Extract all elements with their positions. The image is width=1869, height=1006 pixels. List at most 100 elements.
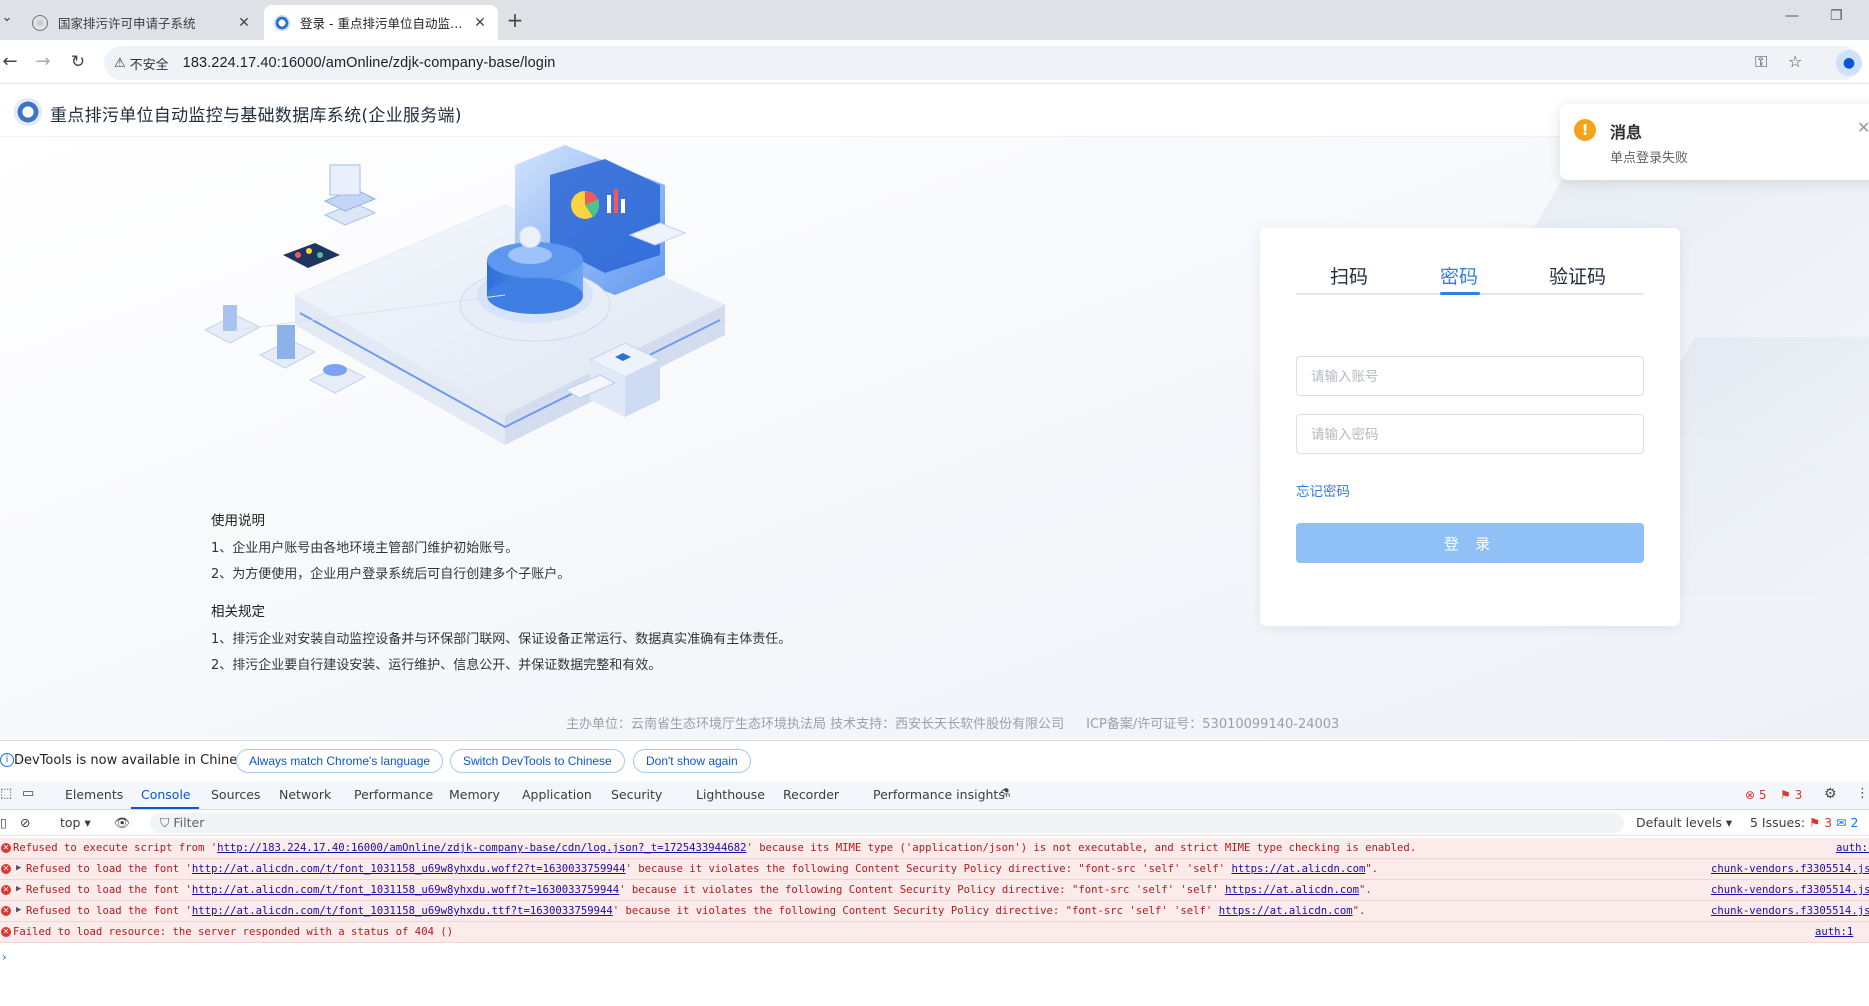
warning-triangle-icon[interactable]: ⚠ [114,56,126,71]
site-logo-icon [14,98,42,126]
log-levels-dropdown[interactable]: Default levels ▾ [1636,815,1732,830]
console-message: Refused to load the font 'http://at.alic… [26,884,1372,896]
usage-heading: 使用说明 [211,513,265,529]
issues-summary[interactable]: 5 Issues: ⚑ 3 ✉ 2 [1750,815,1859,830]
expand-triangle-icon[interactable]: ▶ [16,905,21,915]
restore-icon[interactable]: ❐ [1830,8,1843,24]
console-link[interactable]: http://at.alicdn.com/t/font_1031158_u69w… [192,863,626,875]
forgot-password-link[interactable]: 忘记密码 [1296,480,1350,500]
flask-icon: ⚗ [1000,786,1011,800]
more-options-kebab-icon[interactable]: ⋮ [1856,786,1869,801]
console-error-row[interactable]: ✕ ▶ Refused to load the font 'http://at.… [0,859,1869,880]
devtools-tab-console[interactable]: Console [141,787,191,802]
always-match-language-button[interactable]: Always match Chrome's language [236,749,444,773]
expand-triangle-icon[interactable]: ▶ [16,884,21,894]
tab-scan-qr[interactable]: 扫码 [1330,262,1368,289]
tab-search-chevron-icon[interactable]: ⌄ [0,10,14,30]
url-text[interactable]: 183.224.17.40:16000/amOnline/zdjk-compan… [183,55,556,71]
eye-icon[interactable]: 👁 [114,815,130,831]
devtools-tab-elements[interactable]: Elements [65,787,123,802]
console-link[interactable]: http://at.alicdn.com/t/font_1031158_u69w… [192,905,613,917]
console-source-link[interactable]: auth:1 [1815,926,1853,938]
error-count: 5 [1758,788,1767,802]
page-footer: 主办单位：云南省生态环境厅生态环境执法局 技术支持：西安长天长软件股份有限公司 I… [566,713,1339,732]
footer-sponsor: 主办单位：云南省生态环境厅生态环境执法局 技术支持：西安长天长软件股份有限公司 [566,717,1065,732]
devtools-tab-application[interactable]: Application [522,787,592,802]
console-prompt-chevron-icon[interactable]: › [2,950,7,964]
context-selector[interactable]: top ▾ [60,815,91,830]
login-button[interactable]: 登 录 [1296,523,1644,563]
issue-count: 3 [1794,788,1803,802]
browser-tab-active[interactable]: 登录 - 重点排污单位自动监控与基础数据库系统 ✕ [264,5,498,40]
account-input[interactable] [1296,356,1644,396]
close-icon[interactable]: ✕ [1857,118,1869,137]
password-input[interactable] [1296,414,1644,454]
issue-count-badge[interactable]: ⚑ 3 [1780,788,1802,802]
devtools-tab-network[interactable]: Network [279,787,331,802]
active-panel-indicator [131,807,199,809]
forward-arrow-icon[interactable]: → [33,52,53,72]
devtools-tab-lighthouse[interactable]: Lighthouse [696,787,765,802]
error-count-badge[interactable]: ⊗ 5 [1745,788,1767,802]
minimize-icon[interactable]: — [1785,8,1799,24]
console-link[interactable]: https://at.alicdn.com [1225,884,1359,896]
console-message: Refused to load the font 'http://at.alic… [26,863,1379,875]
profile-avatar-icon[interactable]: ● [1836,50,1862,76]
close-icon[interactable]: ✕ [236,15,252,31]
console-link[interactable]: https://at.alicdn.com [1231,863,1365,875]
dont-show-again-button[interactable]: Don't show again [633,749,751,773]
console-source-link[interactable]: chunk-vendors.f3305514.js:1 [1711,905,1869,917]
browser-tab-inactive[interactable]: 国家排污许可申请子系统 ✕ [22,5,262,40]
globe-icon [32,14,48,31]
tab-verification-code[interactable]: 验证码 [1549,262,1606,289]
devtools-tab-performance-insights[interactable]: Performance insights [873,787,1005,802]
browser-tab-title: 国家排污许可申请子系统 [58,16,196,31]
clear-console-icon[interactable]: ⊘ [20,815,30,830]
console-source-link[interactable]: chunk-vendors.f3305514.js:1 [1711,863,1869,875]
devtools-tab-memory[interactable]: Memory [449,787,500,802]
settings-gear-icon[interactable]: ⚙ [1824,786,1837,802]
devtools-tab-security[interactable]: Security [611,787,662,802]
console-error-row[interactable]: ✕ Refused to execute script from 'http:/… [0,838,1869,859]
inspect-element-icon[interactable]: ⬚ [0,786,12,801]
issues-info-value: 2 [1850,815,1859,830]
devtools-tab-sources[interactable]: Sources [211,787,260,802]
devtools-banner-text: DevTools is now available in Chinese! [14,753,258,768]
tab-password[interactable]: 密码 [1440,262,1478,289]
rules-item: 1、排污企业对安装自动监控设备并与环保部门联网、保证设备正常运行、数据真实准确有… [211,632,792,647]
switch-to-chinese-button[interactable]: Switch DevTools to Chinese [450,749,625,773]
devtools-tab-performance[interactable]: Performance [354,787,433,802]
console-filter-input[interactable]: ⛉ Filter [150,813,1624,833]
site-title: 重点排污单位自动监控与基础数据库系统(企业服务端) [50,106,462,126]
expand-triangle-icon[interactable]: ▶ [16,863,21,873]
issues-error-value: 3 [1824,815,1833,830]
site-seal-icon [274,14,290,31]
password-key-icon[interactable]: ⚿ [1755,52,1767,72]
console-error-row[interactable]: ✕ ▶ Refused to load the font 'http://at.… [0,901,1869,922]
warning-exclamation-icon: ! [1574,119,1596,141]
back-arrow-icon[interactable]: ← [0,52,20,72]
console-source-link[interactable]: chunk-vendors.f3305514.js:1 [1711,884,1869,896]
security-chip[interactable]: 不安全 [130,54,169,73]
address-bar[interactable]: ⚠ 不安全 183.224.17.40:16000/amOnline/zdjk-… [104,46,1860,80]
browser-tab-title: 登录 - 重点排污单位自动监控与基础数据库系统 [300,16,464,31]
console-link[interactable]: http://at.alicdn.com/t/font_1031158_u69w… [192,884,619,896]
device-toolbar-icon[interactable]: ▭ [22,786,34,801]
sidebar-toggle-icon[interactable]: ▯ [0,815,7,830]
console-error-row[interactable]: ✕ Failed to load resource: the server re… [0,922,1869,943]
footer-icp: ICP备案/许可证号：53010099140-24003 [1086,717,1340,732]
console-source-link[interactable]: auth:1 [1836,842,1869,854]
issues-info-count: ✉ 2 [1836,815,1859,830]
filter-funnel-icon: ⛉ [160,815,170,830]
devtools-tab-recorder[interactable]: Recorder [783,787,839,802]
console-message: Failed to load resource: the server resp… [13,926,454,938]
bookmark-star-icon[interactable]: ☆ [1788,52,1802,71]
new-tab-plus-icon[interactable]: + [502,8,528,34]
console-link[interactable]: https://at.alicdn.com [1219,905,1353,917]
console-link[interactable]: http://183.224.17.40:16000/amOnline/zdjk… [217,842,746,854]
close-icon[interactable]: ✕ [472,15,488,31]
console-error-row[interactable]: ✕ ▶ Refused to load the font 'http://at.… [0,880,1869,901]
reload-icon[interactable]: ↻ [68,52,88,72]
usage-item: 1、企业用户账号由各地环境主管部门维护初始账号。 [211,541,519,556]
info-icon: i [0,753,14,767]
